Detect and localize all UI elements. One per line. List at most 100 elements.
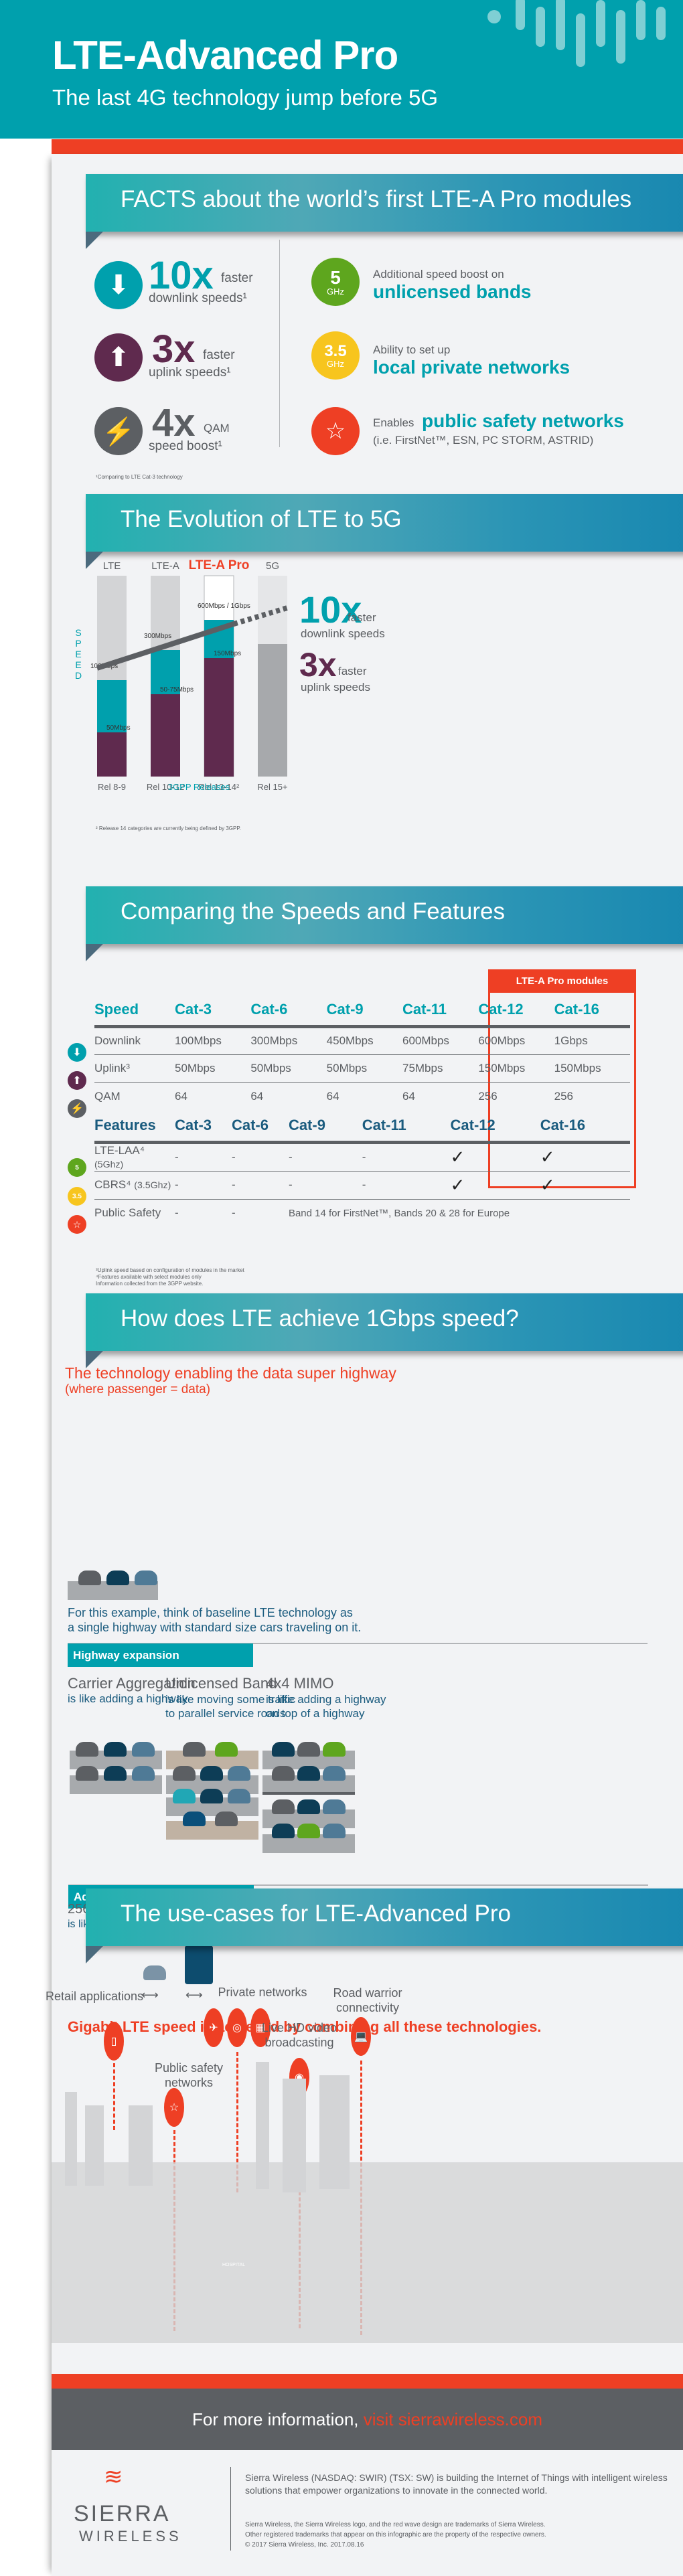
table-row: LTE-LAA⁴ (5Ghz) - - - - ✓ ✓ — [94, 1142, 630, 1172]
car-icon — [76, 1742, 98, 1757]
upload-arrow-icon: ⬆ — [94, 333, 143, 382]
bar-5g — [258, 644, 287, 777]
table-row: CBRS⁴ (3.5Ghz) - - - - ✓ ✓ — [94, 1171, 630, 1200]
bar-uplink — [151, 694, 180, 777]
usecase-label: Private networks — [218, 1986, 307, 1999]
usecase-label: Public safety networks — [154, 2061, 224, 2089]
overpass-beam — [262, 1792, 355, 1795]
car-icon — [183, 1742, 206, 1757]
legal-text: Sierra Wireless, the Sierra Wireless log… — [245, 2521, 546, 2549]
usecase-label: Road warrior connectivity — [333, 1986, 402, 2014]
category-label: LTE-A Pro — [189, 558, 250, 572]
category-label: LTE — [103, 560, 121, 572]
table-header: Speed Cat-3 Cat-6 Cat-9 Cat-11 Cat-12 Cat-16 — [94, 994, 630, 1028]
logo-text: SIERRA — [74, 2501, 171, 2526]
howto-banner: How does LTE achieve 1Gbps speed? — [86, 1293, 683, 1368]
callout-small: faster — [348, 611, 376, 624]
section-title: How does LTE achieve 1Gbps speed? — [121, 1305, 519, 1332]
divider — [279, 240, 280, 447]
car-icon — [297, 1799, 320, 1814]
uplink-label: 50-75Mbps — [160, 686, 194, 694]
features-table: Features Cat-3 Cat-6 Cat-9 Cat-11 Cat-12 Cat-1… — [94, 1110, 630, 1227]
downlink-label: 600Mbps / 1Gbps — [198, 602, 250, 610]
uplink-label: 50Mbps — [106, 724, 131, 732]
callout-big: 3x — [299, 646, 337, 683]
usecase-label: Live HD video broadcasting — [261, 2021, 337, 2049]
callout-sub: downlink speeds — [301, 627, 385, 640]
fact-highlight: unlicensed bands — [373, 281, 532, 302]
table-row: QAM 64 64 64 64 256 256 — [94, 1090, 574, 1103]
fact-desc: Enables — [373, 416, 414, 429]
car-icon — [200, 1766, 223, 1781]
callout-sub: uplink speeds — [301, 681, 370, 694]
speed-table: Speed Cat-3 Cat-6 Cat-9 Cat-11 Cat-12 Cat-16 D… — [94, 994, 630, 1111]
car-icon — [323, 1742, 346, 1757]
car-icon — [104, 1766, 127, 1781]
car-icon — [106, 1571, 129, 1585]
fact-small: faster — [221, 271, 253, 285]
fact-big: 4x — [152, 401, 196, 445]
card-reader-icon: ▯ — [104, 2022, 124, 2061]
section-title: Comparing the Speeds and Features — [121, 898, 505, 924]
facts-banner: FACTS about the world’s first LTE-A Pro … — [86, 174, 683, 249]
hero-header: LTE-Advanced Pro The last 4G technology … — [0, 0, 683, 139]
table-row: Public Safety - - Band 14 for FirstNet™, Ba… — [94, 1206, 510, 1220]
car-icon — [323, 1799, 346, 1814]
5ghz-badge-icon: 5 — [68, 1158, 86, 1177]
bar-uplink — [204, 658, 234, 777]
wave-pattern-icon — [487, 0, 666, 67]
building — [256, 2062, 269, 2189]
fact-small: QAM — [204, 422, 230, 434]
car-icon — [228, 1789, 250, 1803]
laptop-icon: 💻 — [351, 2017, 371, 2056]
more-info-text: For more information, — [192, 2409, 359, 2429]
building — [319, 2075, 350, 2189]
car-icon — [272, 1799, 295, 1814]
upload-arrow-icon: ⬆ — [68, 1071, 86, 1090]
car-icon — [183, 1812, 206, 1826]
website-link[interactable]: visit sierrawireless.com — [364, 2409, 542, 2429]
divider — [230, 2467, 231, 2551]
car-icon — [135, 1571, 157, 1585]
lightning-icon: ⚡ — [68, 1099, 86, 1118]
footnotes: ³Uplink speed based on configuration of … — [96, 1267, 244, 1287]
connector-line — [113, 2063, 115, 2130]
section-title: The use-cases for LTE-Advanced Pro — [121, 1901, 511, 1927]
car-icon — [173, 1766, 196, 1781]
highway-headline: The technology enabling the data super h… — [65, 1364, 396, 1382]
car-icon — [228, 1766, 250, 1781]
category-label: 5G — [266, 560, 279, 572]
fact-big: 3x — [152, 327, 196, 371]
download-arrow-icon: ⬇ — [94, 261, 143, 309]
tech-title: 4x4 MIMO — [266, 1675, 334, 1692]
car-icon — [104, 1742, 127, 1757]
fact-note: (i.e. FirstNet™, ESN, PC STORM, ASTRID) — [373, 434, 594, 447]
evolution-banner: The Evolution of LTE to 5G — [86, 494, 683, 569]
bar-uplink — [97, 732, 127, 777]
building — [129, 2105, 153, 2186]
car-icon — [76, 1766, 98, 1781]
y-axis-letter: D — [75, 670, 82, 681]
page-subtitle: The last 4G technology jump before 5G — [52, 85, 438, 110]
page-title: LTE-Advanced Pro — [52, 33, 398, 78]
accent-bar — [52, 139, 683, 154]
car-icon — [272, 1824, 295, 1838]
tech-title: Unlicensed Band — [165, 1675, 277, 1692]
release-label: Rel 8-9 — [98, 782, 126, 792]
lightning-icon: ⚡ — [94, 407, 143, 455]
building — [65, 2092, 77, 2186]
building — [85, 2105, 104, 2186]
usecases-area: Retail applications ▯ Public safety netw… — [46, 1941, 683, 2343]
building — [283, 2079, 306, 2192]
service-road — [166, 1821, 258, 1840]
car-icon — [323, 1824, 346, 1838]
fact-sub: downlink speeds¹ — [149, 291, 247, 305]
logo-text: WIRELESS — [79, 2528, 182, 2545]
car-icon — [78, 1571, 101, 1585]
fact-sub: speed boost¹ — [149, 439, 222, 453]
uplink-label: 150Mbps — [214, 650, 241, 657]
car-icon — [272, 1742, 295, 1757]
car-icon — [200, 1789, 223, 1803]
callout-small: faster — [338, 665, 367, 677]
callout-big: 10x — [299, 588, 362, 631]
